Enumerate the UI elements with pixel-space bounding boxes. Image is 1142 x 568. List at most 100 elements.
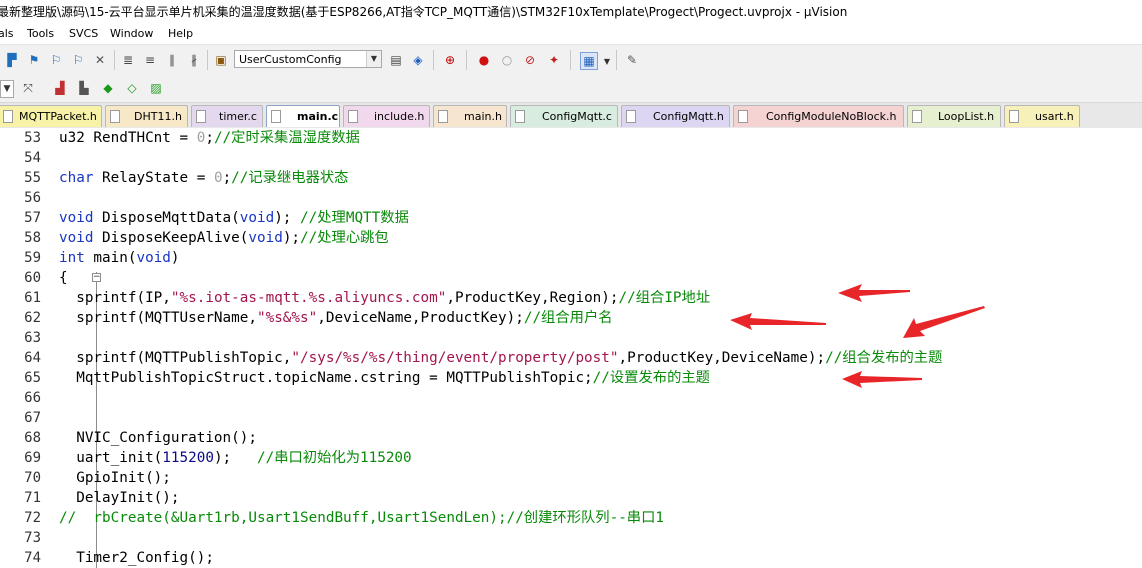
layout-dropdown-icon[interactable]: ▼ xyxy=(599,54,615,70)
rebuild-icon[interactable]: ▙ xyxy=(76,80,92,96)
code-line[interactable]: 74 Timer2_Config(); xyxy=(0,548,1142,568)
code-editor[interactable]: − 53 u32 RendTHCnt = 0;//定时采集温湿度数据 54 55 cha… xyxy=(0,128,1142,568)
code-text: int main(void) xyxy=(59,248,180,268)
dropdown-icon[interactable]: ▼ xyxy=(0,80,14,98)
options-for-target-icon[interactable]: ▣ xyxy=(213,52,229,68)
bookmark-icon[interactable]: ⚑ xyxy=(26,52,42,68)
code-line[interactable]: 67 xyxy=(0,408,1142,428)
tab-configmqtt-c[interactable]: ConfigMqtt.c xyxy=(510,105,618,127)
line-number: 66 xyxy=(24,390,41,406)
code-line[interactable]: 56 xyxy=(0,188,1142,208)
uncomment-icon[interactable]: ∦ xyxy=(186,52,202,68)
line-number: 53 xyxy=(24,130,41,146)
code-token: "%s.iot-as-mqtt.%s.aliyuncs.com" xyxy=(170,290,447,306)
code-line[interactable]: 73 xyxy=(0,528,1142,548)
code-token: MqttPublishTopicStruct.topicName.cstring… xyxy=(59,370,593,386)
file-icon xyxy=(1009,110,1019,123)
code-line[interactable]: 64 sprintf(MQTTPublishTopic,"/sys/%s/%s/… xyxy=(0,348,1142,368)
line-number: 73 xyxy=(24,530,41,546)
line-number: 67 xyxy=(24,410,41,426)
code-token: sprintf(MQTTUserName, xyxy=(59,310,257,326)
disable-breakpoint-icon[interactable]: ○ xyxy=(499,52,515,68)
code-line[interactable]: 63 xyxy=(0,328,1142,348)
download-icon[interactable]: ◆ xyxy=(100,80,116,96)
code-line[interactable]: 57 void DisposeMqttData(void); //处理MQTT数据 xyxy=(0,208,1142,228)
chevron-down-icon[interactable]: ▼ xyxy=(366,51,381,67)
stop-build-icon[interactable]: ▨ xyxy=(148,80,164,96)
tab-timer-c[interactable]: timer.c xyxy=(191,105,263,127)
tab-main-c[interactable]: main.c xyxy=(266,105,340,127)
code-token: char xyxy=(59,170,94,186)
code-token: //处理心跳包 xyxy=(300,230,389,246)
code-token: ,DeviceName,ProductKey); xyxy=(317,310,524,326)
code-line[interactable]: 62 sprintf(MQTTUserName,"%s&%s",DeviceNa… xyxy=(0,308,1142,328)
next-bookmark-icon[interactable]: ⚐ xyxy=(70,52,86,68)
menu-svcs[interactable]: SVCS xyxy=(69,24,98,44)
code-line[interactable]: 54 xyxy=(0,148,1142,168)
indent-less-icon[interactable]: ≡ xyxy=(142,52,158,68)
tab-main-h[interactable]: main.h xyxy=(433,105,507,127)
code-line[interactable]: 61 sprintf(IP,"%s.iot-as-mqtt.%s.aliyunc… xyxy=(0,288,1142,308)
line-number: 64 xyxy=(24,350,41,366)
tab-configmodulenoblock-h[interactable]: ConfigModuleNoBlock.h xyxy=(733,105,904,127)
code-token: void xyxy=(59,210,94,226)
window-layout-icon[interactable]: ▦ xyxy=(580,52,598,70)
menu-window[interactable]: Window xyxy=(110,24,153,44)
code-line[interactable]: 68 NVIC_Configuration(); xyxy=(0,428,1142,448)
code-token: // rbCreate(&Uart1rb,Usart1SendBuff,Usar… xyxy=(59,510,664,526)
debug-icon[interactable]: ⊕ xyxy=(442,52,458,68)
tab-dht11-h[interactable]: DHT11.h xyxy=(105,105,188,127)
comment-icon[interactable]: ∥ xyxy=(164,52,180,68)
code-line[interactable]: 72 // rbCreate(&Uart1rb,Usart1SendBuff,Us… xyxy=(0,508,1142,528)
code-token: //处理MQTT数据 xyxy=(300,210,409,226)
code-line[interactable]: 69 uart_init(115200); //串口初始化为115200 xyxy=(0,448,1142,468)
menu-tools[interactable]: Tools xyxy=(27,24,54,44)
kill-breakpoints-icon[interactable]: ✦ xyxy=(546,52,562,68)
manage-components-icon[interactable]: ◈ xyxy=(410,52,426,68)
code-line[interactable]: 58 void DisposeKeepAlive(void);//处理心跳包 xyxy=(0,228,1142,248)
translate-icon[interactable]: ⤧ xyxy=(20,80,36,96)
line-number: 61 xyxy=(24,290,41,306)
code-text: MqttPublishTopicStruct.topicName.cstring… xyxy=(59,368,710,388)
tab-mqttpacket-h[interactable]: MQTTPacket.h xyxy=(0,105,102,127)
code-line[interactable]: 59 int main(void) xyxy=(0,248,1142,268)
code-line[interactable]: 70 GpioInit(); xyxy=(0,468,1142,488)
code-token: GpioInit(); xyxy=(59,470,171,486)
code-line[interactable]: 53 u32 RendTHCnt = 0;//定时采集温湿度数据 xyxy=(0,128,1142,148)
file-icon xyxy=(271,110,281,123)
tab-usart-h[interactable]: usart.h xyxy=(1004,105,1080,127)
code-line[interactable]: 71 DelayInit(); xyxy=(0,488,1142,508)
code-line[interactable]: 60 { xyxy=(0,268,1142,288)
code-line[interactable]: 66 xyxy=(0,388,1142,408)
load-icon[interactable]: ▤ xyxy=(388,52,404,68)
code-token: { xyxy=(59,270,68,286)
code-line[interactable]: 65 MqttPublishTopicStruct.topicName.cstr… xyxy=(0,368,1142,388)
menu-bar: als Tools SVCS Window Help xyxy=(0,24,1142,44)
indent-more-icon[interactable]: ≣ xyxy=(120,52,136,68)
menu-help[interactable]: Help xyxy=(168,24,193,44)
wrench-icon[interactable]: ✎ xyxy=(624,52,640,68)
tab-include-h[interactable]: include.h xyxy=(343,105,430,127)
title-bar: 最新整理版\源码\15-云平台显示单片机采集的温湿度数据(基于ESP8266,A… xyxy=(0,0,1142,24)
tab-configmqtt-h[interactable]: ConfigMqtt.h xyxy=(621,105,730,127)
clear-bookmarks-icon[interactable]: ✕ xyxy=(92,52,108,68)
remove-breakpoints-icon[interactable]: ⊘ xyxy=(522,52,538,68)
line-number: 54 xyxy=(24,150,41,166)
code-text: DelayInit(); xyxy=(59,488,180,508)
code-token: DelayInit(); xyxy=(59,490,180,506)
menu-tools-partial[interactable]: als xyxy=(0,24,14,44)
code-text: sprintf(MQTTUserName,"%s&%s",DeviceName,… xyxy=(59,308,612,328)
code-text: sprintf(IP,"%s.iot-as-mqtt.%s.aliyuncs.c… xyxy=(59,288,710,308)
prev-bookmark-icon[interactable]: ⚐ xyxy=(48,52,64,68)
batch-build-icon[interactable]: ◇ xyxy=(124,80,140,96)
target-config-select[interactable]: UserCustomConfig ▼ xyxy=(234,50,382,68)
line-number: 62 xyxy=(24,310,41,326)
tab-looplist-h[interactable]: LoopList.h xyxy=(907,105,1001,127)
file-icon xyxy=(912,110,922,123)
indent-icon[interactable]: ▛ xyxy=(4,52,20,68)
code-line[interactable]: 55 char RelayState = 0;//记录继电器状态 xyxy=(0,168,1142,188)
breakpoint-icon[interactable]: ● xyxy=(476,52,492,68)
build-icon[interactable]: ▟ xyxy=(52,80,68,96)
code-token: ; xyxy=(222,170,232,186)
code-text: uart_init(115200); //串口初始化为115200 xyxy=(59,448,411,468)
